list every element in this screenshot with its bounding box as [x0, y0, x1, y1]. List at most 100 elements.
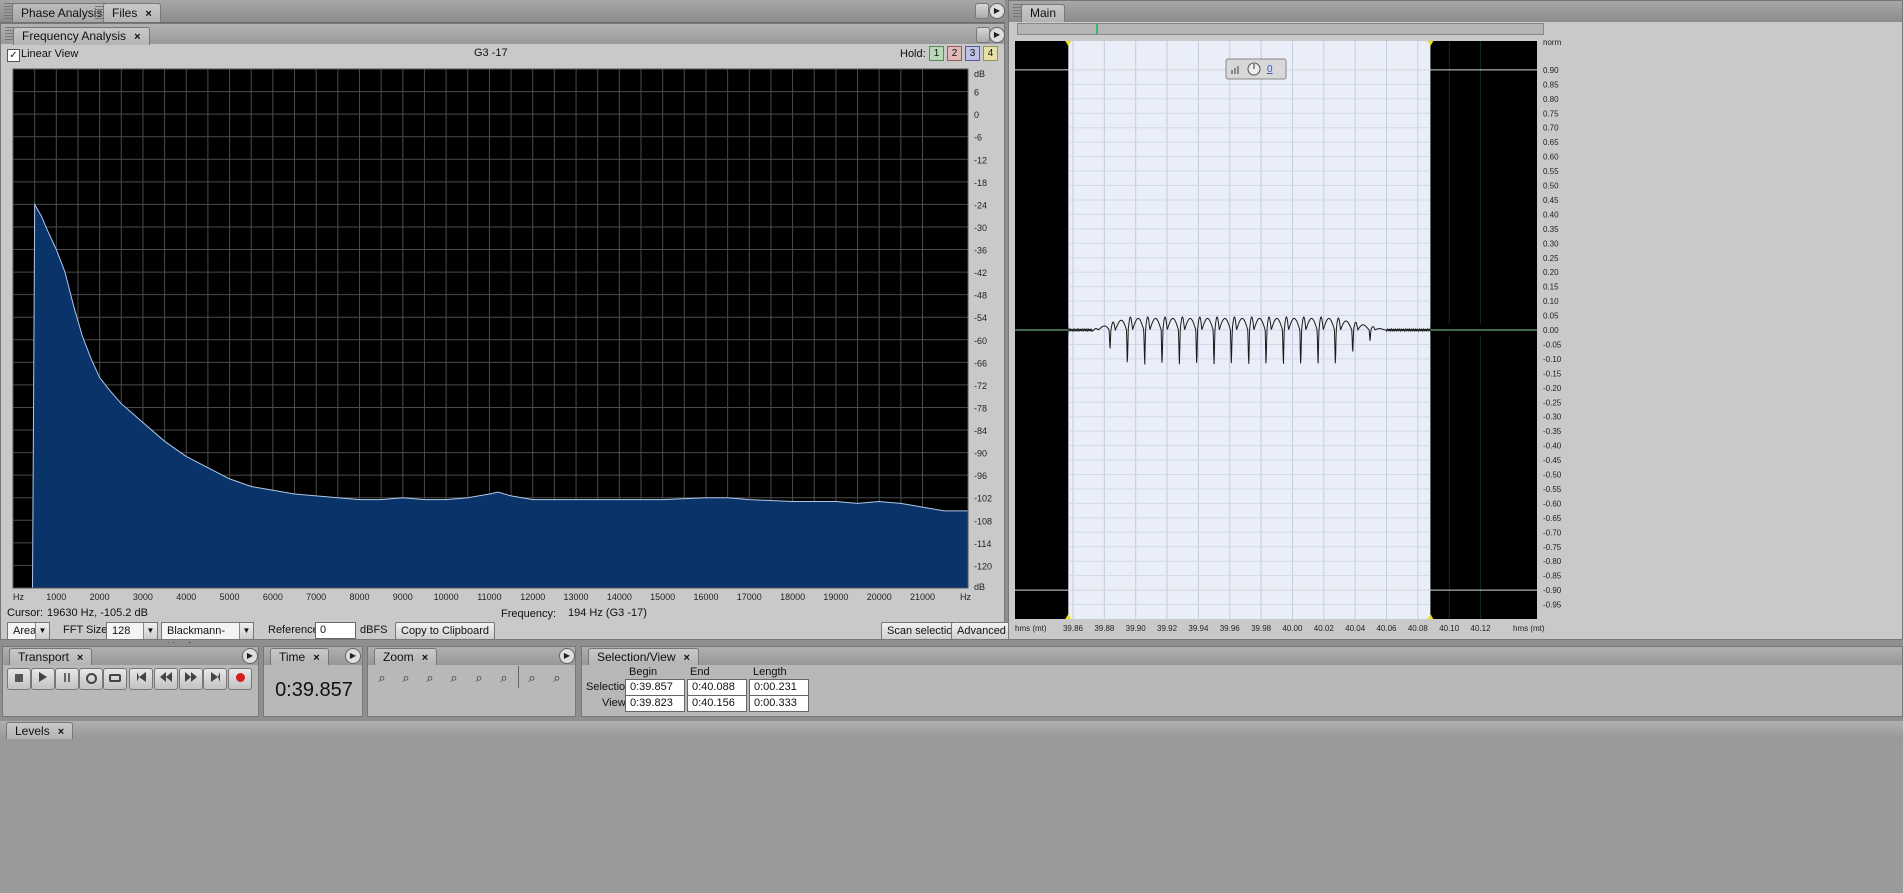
hold-3-button[interactable]: 3 [965, 46, 980, 61]
zoom-left-icon: ⌕ [475, 670, 483, 685]
loop-button[interactable] [103, 668, 127, 690]
x-tick-label: 4000 [176, 592, 196, 602]
x-tick-label: 6000 [263, 592, 283, 602]
zoom-in-vertical-button[interactable]: ⌕ [521, 668, 543, 688]
chevron-down-icon: ▼ [239, 623, 253, 639]
copy-to-clipboard-button[interactable]: Copy to Clipboard [395, 622, 496, 640]
tab-label: Zoom [383, 650, 414, 664]
wave-y-tick-label: 0.15 [1543, 283, 1559, 292]
advanced-button[interactable]: Advanced [951, 622, 1012, 640]
tab-time[interactable]: Time × [270, 648, 329, 665]
frequency-spectrum-chart[interactable]: 6 0 -6 -12 -18 -24 -30 -36 -42 -48 -54 -60 -66 -72 -78… [8, 67, 999, 627]
fft-size-select[interactable]: 128 ▼ [106, 622, 158, 640]
panel-menu-button[interactable]: ▶ [345, 648, 361, 664]
linear-view-checkbox[interactable]: ✓ [7, 49, 20, 62]
go-to-end-button[interactable] [203, 668, 227, 690]
zoom-right-button[interactable]: ⌕ [493, 668, 515, 688]
wave-y-tick-label: -0.90 [1543, 586, 1562, 595]
graph-mode-select[interactable]: Area ▼ [7, 622, 50, 640]
close-icon[interactable]: × [422, 652, 428, 664]
hold-4-button[interactable]: 4 [983, 46, 998, 61]
hold-2-button[interactable]: 2 [947, 46, 962, 61]
wave-y-tick-label: -0.30 [1543, 413, 1562, 422]
selection-length-field[interactable]: 0:00.231 [749, 679, 809, 696]
hold-1-button[interactable]: 1 [929, 46, 944, 61]
close-icon[interactable]: × [77, 652, 83, 664]
zoom-vertical-out-icon: ⌕ [553, 670, 561, 685]
panel-menu-button[interactable]: ▶ [242, 648, 258, 664]
close-icon[interactable]: × [684, 652, 690, 664]
reference-input[interactable]: 0 [315, 622, 356, 639]
wave-y-tick-label: -0.25 [1543, 398, 1562, 407]
zoom-out-vertical-button[interactable]: ⌕ [546, 668, 568, 688]
y-tick-label: -42 [974, 268, 987, 278]
wave-x-tick-label: 40.02 [1314, 624, 1335, 633]
tab-transport[interactable]: Transport × [9, 648, 93, 665]
zoom-full-button[interactable]: ⌕ [419, 668, 441, 688]
panel-menu-button[interactable]: ▶ [989, 3, 1005, 19]
transport-tabbar: Transport × ▶ [3, 647, 258, 665]
go-to-start-button[interactable] [129, 668, 153, 690]
y-tick-label: -108 [974, 516, 992, 526]
zoom-left-button[interactable]: ⌕ [468, 668, 490, 688]
view-end-field[interactable]: 0:40.156 [687, 695, 747, 712]
view-begin-field[interactable]: 0:39.823 [625, 695, 685, 712]
tab-selection-view[interactable]: Selection/View × [588, 648, 699, 665]
x-unit-label-left: Hz [13, 592, 24, 602]
tab-main[interactable]: Main [1021, 4, 1066, 22]
panel-minimize-button[interactable] [975, 3, 989, 19]
zoom-in-amplitude-button[interactable]: ⌕ [371, 668, 393, 688]
view-length-field[interactable]: 0:00.333 [749, 695, 809, 712]
y-tick-label: -12 [974, 155, 987, 165]
play-from-cursor-button[interactable] [79, 668, 103, 690]
reference-unit-label: dBFS [360, 624, 388, 636]
tab-zoom[interactable]: Zoom × [374, 648, 438, 665]
zoom-selection-icon: ⌕ [450, 670, 458, 685]
close-icon[interactable]: × [58, 726, 64, 738]
x-tick-label: 14000 [607, 592, 632, 602]
x-tick-label: 13000 [564, 592, 589, 602]
wave-y-tick-label: 0.55 [1543, 167, 1559, 176]
pause-button[interactable] [55, 668, 79, 690]
tab-frequency-analysis[interactable]: Frequency Analysis × [13, 27, 150, 45]
x-tick-label: 3000 [133, 592, 153, 602]
levels-panel: Levels × [0, 721, 1903, 893]
frequency-value: 194 Hz (G3 -17) [568, 607, 647, 619]
panel-menu-button[interactable]: ▶ [559, 648, 575, 664]
rewind-button[interactable] [154, 668, 178, 690]
tab-label: Time [279, 650, 306, 664]
y-tick-label: -78 [974, 403, 987, 413]
selection-end-field[interactable]: 0:40.088 [687, 679, 747, 696]
play-icon [39, 672, 47, 682]
x-tick-label: 7000 [306, 592, 326, 602]
chevron-down-icon: ▼ [143, 623, 157, 639]
y-tick-label: -72 [974, 381, 987, 391]
y-tick-label: -24 [974, 200, 987, 210]
stop-button[interactable] [7, 668, 31, 690]
close-icon[interactable]: × [134, 31, 140, 43]
x-tick-label: 19000 [823, 592, 848, 602]
play-button[interactable] [31, 668, 55, 690]
y-tick-label: -90 [974, 449, 987, 459]
close-icon[interactable]: × [313, 652, 319, 664]
zoom-out-amplitude-button[interactable]: ⌕ [395, 668, 417, 688]
selection-begin-field[interactable]: 0:39.857 [625, 679, 685, 696]
window-function-select[interactable]: Blackmann-Harris▼ [161, 622, 254, 653]
waveform-display[interactable]: 39.86 39.88 39.90 39.92 39.94 39.96 39.98 40.00… [1013, 37, 1903, 641]
panel-minimize-button[interactable] [976, 27, 990, 43]
wave-x-tick-label: 40.06 [1376, 624, 1397, 633]
y-tick-label: -96 [974, 471, 987, 481]
zoom-vertical-in-icon: ⌕ [528, 670, 536, 685]
loop-icon [109, 674, 121, 682]
overview-scrollbar[interactable] [1017, 23, 1544, 35]
y-tick-label: -36 [974, 246, 987, 256]
close-icon[interactable]: × [145, 8, 151, 20]
zoom-selection-button[interactable]: ⌕ [443, 668, 465, 688]
x-tick-label: 18000 [780, 592, 805, 602]
fast-forward-button[interactable] [179, 668, 203, 690]
volume-meter-icon [1234, 68, 1236, 74]
tab-levels[interactable]: Levels × [6, 722, 74, 739]
tab-files[interactable]: Files × [103, 3, 161, 22]
record-button[interactable] [228, 668, 252, 690]
panel-menu-button[interactable]: ▶ [989, 27, 1005, 43]
